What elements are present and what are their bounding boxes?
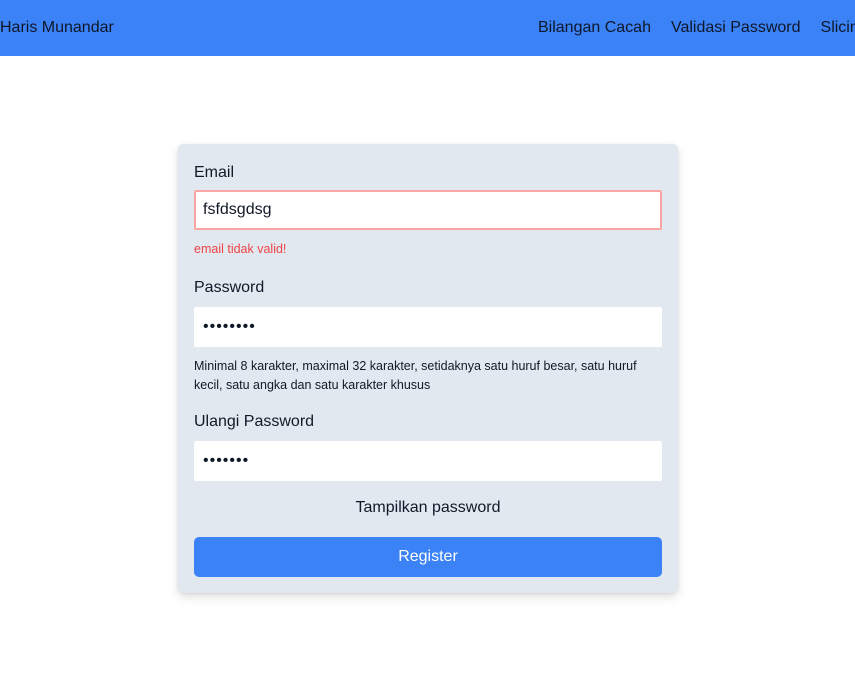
confirm-password-label: Ulangi Password: [194, 413, 315, 430]
password-label: Password: [194, 279, 265, 296]
password-requirements-hint: Minimal 8 karakter, maximal 32 karakter,…: [194, 359, 637, 392]
email-input[interactable]: [194, 190, 662, 230]
register-button[interactable]: Register: [194, 537, 662, 577]
email-label: Email: [194, 164, 235, 181]
password-input[interactable]: [194, 307, 662, 347]
email-error-message: email tidak valid!: [194, 242, 287, 256]
register-form-card: Email email tidak valid! Password Minima…: [178, 144, 678, 593]
nav-links: Bilangan Cacah Validasi Password Slicing: [538, 0, 855, 56]
confirm-password-input[interactable]: [194, 441, 662, 481]
nav-link-slicing[interactable]: Slicing: [821, 19, 855, 37]
brand-link[interactable]: Haris Munandar: [0, 0, 114, 56]
show-password-toggle[interactable]: Tampilkan password: [178, 499, 678, 517]
nav-link-bilangan-cacah[interactable]: Bilangan Cacah: [538, 19, 651, 37]
nav-link-validasi-password[interactable]: Validasi Password: [671, 19, 801, 37]
top-navbar: Haris Munandar Bilangan Cacah Validasi P…: [0, 0, 855, 56]
